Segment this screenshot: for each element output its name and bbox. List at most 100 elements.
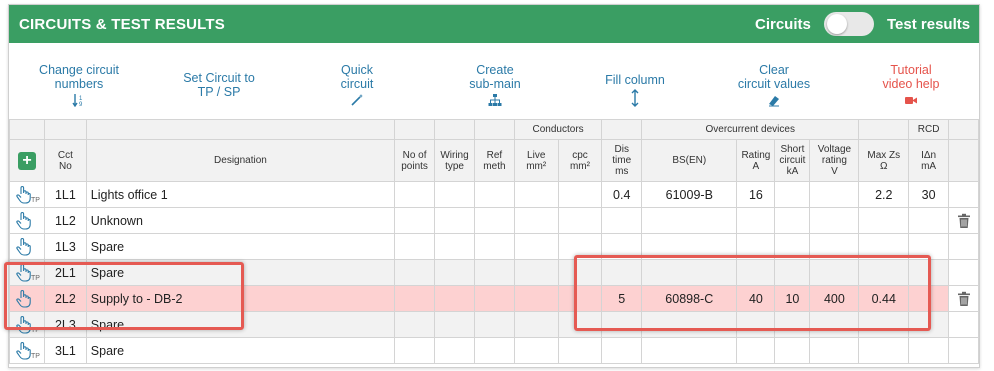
no-points-cell[interactable] <box>394 259 436 286</box>
circuit-row[interactable]: 1L2 Unknown <box>9 207 979 234</box>
max-zs-cell[interactable] <box>858 337 910 364</box>
voltage-rating-cell[interactable] <box>809 337 860 364</box>
designation-cell[interactable]: Spare <box>85 337 396 364</box>
circuits-view-label[interactable]: Circuits <box>755 16 811 33</box>
live-cell[interactable] <box>513 207 559 234</box>
wiring-type-cell[interactable] <box>434 311 475 338</box>
quick-circuit-button[interactable]: Quick circuit <box>317 63 397 107</box>
delete-circuit-trash-icon[interactable] <box>957 213 971 229</box>
cpc-cell[interactable] <box>557 337 603 364</box>
toolbar: Change circuit numbers 1 9 Set Circuit t… <box>9 43 979 119</box>
quick-circuit-label-2: circuit <box>340 77 374 91</box>
fill-column-button[interactable]: Fill column <box>595 73 675 107</box>
dis-time-cell[interactable] <box>601 207 643 234</box>
rating-cell[interactable] <box>736 337 776 364</box>
create-sub-main-label-1: Create <box>476 63 514 77</box>
voltage-rating-cell[interactable] <box>809 207 860 234</box>
select-circuit-hand-icon[interactable] <box>14 211 40 231</box>
wiring-type-cell[interactable] <box>434 207 475 234</box>
bs-en-cell[interactable]: 61009-B <box>641 181 738 208</box>
tutorial-video-help-button[interactable]: Tutorial video help <box>871 63 951 107</box>
set-circuit-tp-sp-button[interactable]: Set Circuit to TP / SP <box>169 71 269 99</box>
change-circuit-numbers-button[interactable]: Change circuit numbers 1 9 <box>29 63 129 107</box>
ref-meth-cell[interactable] <box>474 181 515 208</box>
no-points-cell[interactable] <box>394 311 436 338</box>
ref-meth-cell[interactable] <box>474 285 515 312</box>
max-zs-cell[interactable] <box>858 207 910 234</box>
no-points-cell[interactable] <box>394 233 436 260</box>
wiring-type-cell[interactable] <box>434 259 475 286</box>
clear-circuit-values-button[interactable]: Clear circuit values <box>727 63 821 107</box>
test-results-view-label[interactable]: Test results <box>887 16 970 33</box>
cpc-cell[interactable] <box>557 207 603 234</box>
set-circuit-label-2: TP / SP <box>197 85 241 99</box>
ref-meth-cell[interactable] <box>474 337 515 364</box>
voltage-rating-cell[interactable] <box>809 181 860 208</box>
annotation-highlight-right <box>574 255 931 331</box>
wiring-type-cell[interactable] <box>434 285 475 312</box>
panel-title: CIRCUITS & TEST RESULTS <box>19 16 225 33</box>
rcd-group-header: RCD <box>908 119 950 140</box>
ref-meth-cell[interactable] <box>474 259 515 286</box>
rating-cell[interactable]: 16 <box>736 181 776 208</box>
row-select-cell[interactable] <box>9 233 45 260</box>
designation-cell[interactable]: Unknown <box>85 207 396 234</box>
select-circuit-hand-icon[interactable]: TP <box>14 341 40 361</box>
no-points-cell[interactable] <box>394 285 436 312</box>
live-cell[interactable] <box>513 311 559 338</box>
live-cell[interactable] <box>513 337 559 364</box>
row-select-cell[interactable] <box>9 207 45 234</box>
circuit-row[interactable]: TP 1L1 Lights office 1 0.4 61009-B 16 2.… <box>9 181 979 208</box>
live-cell[interactable] <box>513 285 559 312</box>
ref-meth-cell[interactable] <box>474 311 515 338</box>
row-select-cell[interactable]: TP <box>9 337 45 364</box>
cct-no-cell: 1L1 <box>44 181 87 208</box>
short-circuit-cell[interactable] <box>774 181 811 208</box>
designation-cell[interactable]: Lights office 1 <box>85 181 396 208</box>
bs-en-cell[interactable] <box>641 207 738 234</box>
select-circuit-hand-icon[interactable] <box>14 237 40 257</box>
designation-cell[interactable]: Spare <box>85 233 396 260</box>
ref-meth-cell[interactable] <box>474 207 515 234</box>
dis-time-cell[interactable]: 0.4 <box>601 181 643 208</box>
col-bs-en: BS(EN) <box>641 139 738 182</box>
create-sub-main-label-2: sub-main <box>469 77 521 91</box>
svg-text:9: 9 <box>79 102 83 107</box>
delete-circuit-trash-icon[interactable] <box>957 291 971 307</box>
create-sub-main-button[interactable]: Create sub-main <box>455 63 535 107</box>
fill-column-label: Fill column <box>605 73 665 87</box>
live-cell[interactable] <box>513 181 559 208</box>
rating-cell[interactable] <box>736 207 776 234</box>
ref-meth-cell[interactable] <box>474 233 515 260</box>
quick-circuit-label-1: Quick <box>341 63 373 77</box>
row-select-cell[interactable]: TP <box>9 181 45 208</box>
circuit-row[interactable]: TP 3L1 Spare <box>9 337 979 364</box>
wiring-type-cell[interactable] <box>434 337 475 364</box>
idn-cell[interactable] <box>908 207 950 234</box>
select-circuit-hand-icon[interactable]: TP <box>14 185 40 205</box>
delete-cell <box>948 181 979 208</box>
clear-circuit-values-label-1: Clear <box>759 63 789 77</box>
dis-time-cell[interactable] <box>601 337 643 364</box>
idn-cell[interactable] <box>908 337 950 364</box>
sort-numeric-icon: 1 9 <box>72 94 83 107</box>
wiring-type-cell[interactable] <box>434 181 475 208</box>
svg-text:TP: TP <box>31 353 40 360</box>
cpc-cell[interactable] <box>557 181 603 208</box>
col-dis-time: Dis time ms <box>601 139 643 182</box>
no-points-cell[interactable] <box>394 337 436 364</box>
short-circuit-cell[interactable] <box>774 337 811 364</box>
bs-en-cell[interactable] <box>641 337 738 364</box>
tutorial-label-1: Tutorial <box>890 63 932 77</box>
cct-no-cell: 3L1 <box>44 337 87 364</box>
add-circuit-button[interactable]: + <box>18 151 36 170</box>
max-zs-cell[interactable]: 2.2 <box>858 181 910 208</box>
no-points-cell[interactable] <box>394 181 436 208</box>
view-toggle-switch[interactable] <box>824 12 874 36</box>
wiring-type-cell[interactable] <box>434 233 475 260</box>
live-cell[interactable] <box>513 259 559 286</box>
no-points-cell[interactable] <box>394 207 436 234</box>
short-circuit-cell[interactable] <box>774 207 811 234</box>
live-cell[interactable] <box>513 233 559 260</box>
idn-cell[interactable]: 30 <box>908 181 950 208</box>
